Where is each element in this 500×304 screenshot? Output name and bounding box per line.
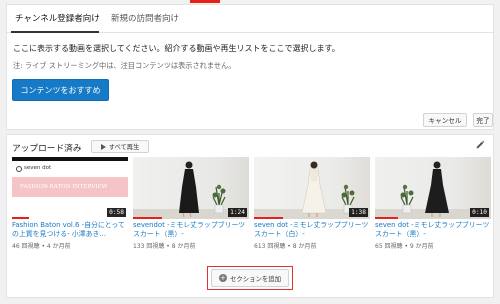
video-title[interactable]: seven dot -ミモレ丈ラップブリーツスカート（白）- <box>254 221 370 240</box>
watch-progress-bar <box>12 217 30 219</box>
thumb-title-text: FASHION BATON INTERVIEW <box>20 184 108 190</box>
audience-tabs: チャンネル登録者向け 新規の訪問者向け <box>7 5 493 33</box>
video-title[interactable]: Fashion Baton vol.6 -自分にとっての上質を見つける- 小澤あ… <box>12 221 128 240</box>
watch-progress-bar <box>254 217 283 219</box>
active-tab-indicator <box>11 31 99 33</box>
cancel-button[interactable]: キャンセル <box>423 113 467 127</box>
play-icon <box>100 143 106 150</box>
plus-icon: + <box>218 274 227 282</box>
featured-content-card: チャンネル登録者向け 新規の訪問者向け ここに表示する動画を選択してください。紹… <box>6 4 494 130</box>
done-button[interactable]: 完了 <box>473 113 493 127</box>
add-section-highlight: + セクションを追加 <box>207 266 293 290</box>
thumb-top-band <box>12 157 128 161</box>
live-stream-note: 注: ライブ ストリーミング中は、注目コンテンツは表示されません。 <box>13 61 236 70</box>
video-meta: 613 回視聴 • 8 か月前 <box>254 243 317 250</box>
video-card[interactable]: 1:38 seven dot -ミモレ丈ラップブリーツスカート（白）- 613 … <box>254 157 370 250</box>
thumb-brand-text: seven dot <box>24 165 52 171</box>
watch-progress-bar <box>133 217 162 219</box>
tab-new-visitors[interactable]: 新規の訪問者向け <box>111 12 179 24</box>
video-title[interactable]: seven dot -ミモレ丈ラップブリーツスカート（黒）- <box>375 221 491 240</box>
add-section-button[interactable]: + セクションを追加 <box>211 269 289 287</box>
video-thumbnail[interactable]: seven dot FASHION BATON INTERVIEW 0:58 <box>12 157 128 219</box>
video-card[interactable]: seven dot FASHION BATON INTERVIEW 0:58 F… <box>12 157 128 250</box>
add-section-label: セクションを追加 <box>229 274 282 283</box>
video-thumbnail[interactable]: 1:24 <box>133 157 249 219</box>
video-duration: 1:38 <box>349 208 368 217</box>
tab-subscribers[interactable]: チャンネル登録者向け <box>15 12 100 24</box>
recommend-content-button[interactable]: コンテンツをおすすめ <box>12 79 109 101</box>
video-title[interactable]: sevendot -ミモレ丈ラップブリーツスカート（黒）- <box>133 221 249 240</box>
video-duration: 0:10 <box>470 208 489 217</box>
video-duration: 0:58 <box>107 208 126 217</box>
video-duration: 1:24 <box>228 208 247 217</box>
video-card[interactable]: 0:10 seven dot -ミモレ丈ラップブリーツスカート（黒）- 65 回… <box>375 157 491 250</box>
video-card[interactable]: 1:24 sevendot -ミモレ丈ラップブリーツスカート（黒）- 133 回… <box>133 157 249 250</box>
brand-logo-icon <box>16 166 22 172</box>
video-meta: 65 回視聴 • 9 か月前 <box>375 243 434 250</box>
video-thumbnail[interactable]: 0:10 <box>375 157 491 219</box>
play-all-button[interactable]: すべて再生 <box>91 140 149 153</box>
top-accent-bar <box>190 0 220 3</box>
video-meta: 133 回視聴 • 8 か月前 <box>133 243 196 250</box>
uploads-title: アップロード済み <box>12 144 82 154</box>
pencil-icon <box>476 140 485 149</box>
watch-progress-bar <box>375 217 399 219</box>
featured-description: ここに表示する動画を選択してください。紹介する動画や再生リストをここで選択します… <box>13 44 340 53</box>
play-all-label: すべて再生 <box>108 144 140 151</box>
edit-section-button[interactable] <box>471 137 489 153</box>
video-thumbnail[interactable]: 1:38 <box>254 157 370 219</box>
video-meta: 46 回視聴 • 4 か月前 <box>12 243 71 250</box>
